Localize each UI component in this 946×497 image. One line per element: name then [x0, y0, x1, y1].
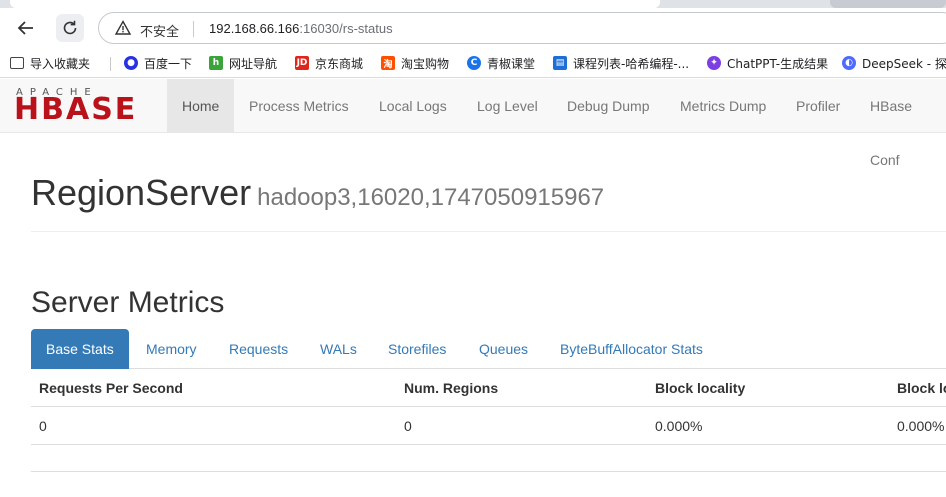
bookmarks-bar: 导入收藏夹 ● 百度一下 h 网址导航 JD 京东商城 淘 淘宝购物 C 青椒课…	[0, 48, 946, 78]
server-name: hadoop3,16020,1747050915967	[257, 184, 605, 211]
bookmark-taobao[interactable]: 淘 淘宝购物	[381, 54, 449, 72]
base-stats-table: Requests Per Second Num. Regions Block l…	[31, 369, 946, 445]
bookmark-label: 百度一下	[144, 56, 193, 71]
arrow-left-icon	[17, 21, 33, 35]
header-requests-per-second: Requests Per Second	[39, 380, 183, 396]
nav-hbase-conf[interactable]: HBase Conf	[855, 79, 946, 168]
address-bar[interactable]: 不安全 192.168.66.166:16030/rs-status	[98, 12, 946, 44]
bookmark-label: 京东商城	[315, 56, 364, 71]
url-path: :16030/rs-status	[299, 21, 393, 36]
url-host: 192.168.66.166	[209, 21, 300, 36]
cell-num-regions: 0	[404, 418, 412, 434]
nav-local-logs[interactable]: Local Logs	[364, 79, 462, 133]
bookmark-deepseek[interactable]: ◐ DeepSeek - 探索	[842, 54, 946, 72]
course-icon: ▤	[553, 56, 567, 70]
baidu-icon: ●	[124, 56, 138, 70]
bookmark-jd[interactable]: JD 京东商城	[295, 54, 363, 72]
page-header: RegionServer hadoop3,16020,1747050915967	[31, 172, 604, 214]
omnibox-divider	[193, 21, 194, 37]
bookmark-chatppt[interactable]: ✦ ChatPPT-生成结果	[707, 54, 828, 72]
hbase-navbar: APACHE HBASE Home Process Metrics Local …	[0, 79, 946, 168]
insecure-label[interactable]: 不安全	[140, 21, 179, 40]
header-block-locality-secondary: Block lo	[897, 380, 946, 396]
nav-process-metrics[interactable]: Process Metrics	[234, 79, 364, 133]
nav-profiler[interactable]: Profiler	[781, 79, 855, 133]
bookmark-label: 课程列表-哈希编程-...	[573, 56, 690, 71]
deepseek-icon: ◐	[842, 56, 856, 70]
qingjiao-icon: C	[467, 56, 481, 70]
warning-icon[interactable]	[115, 20, 131, 36]
chatppt-icon: ✦	[707, 56, 721, 70]
table-row: 0 0 0.000% 0.000%	[31, 407, 946, 445]
tab-storefiles[interactable]: Storefiles	[373, 329, 461, 369]
url-text[interactable]: 192.168.66.166:16030/rs-status	[209, 21, 393, 36]
reload-button[interactable]	[56, 14, 84, 42]
bookmark-label: 导入收藏夹	[30, 56, 91, 71]
cell-block-locality: 0.000%	[655, 418, 703, 434]
hao-icon: h	[209, 56, 223, 70]
nav-log-level[interactable]: Log Level	[462, 79, 553, 133]
bookmark-hao[interactable]: h 网址导航	[209, 54, 277, 72]
tab-bytebuffallocator-stats[interactable]: ByteBuffAllocator Stats	[545, 329, 718, 369]
tab-requests[interactable]: Requests	[214, 329, 303, 369]
header-block-locality: Block locality	[655, 380, 746, 396]
reload-icon	[63, 20, 77, 35]
browser-toolbar: 不安全 192.168.66.166:16030/rs-status	[0, 8, 946, 48]
cell-block-locality-secondary: 0.000%	[897, 418, 945, 434]
metrics-tabs: Base Stats Memory Requests WALs Storefil…	[31, 329, 946, 369]
jd-icon: JD	[295, 56, 309, 70]
tab-wals[interactable]: WALs	[305, 329, 372, 369]
tab-base-stats[interactable]: Base Stats	[31, 329, 129, 369]
tab-memory[interactable]: Memory	[131, 329, 212, 369]
nav-home[interactable]: Home	[167, 79, 235, 133]
bookmark-label: ChatPPT-生成结果	[727, 56, 829, 71]
nav-debug-dump[interactable]: Debug Dump	[552, 79, 665, 133]
logo-hbase-text: HBASE	[14, 92, 138, 127]
bookmark-baidu[interactable]: ● 百度一下	[124, 54, 192, 72]
section-title: Server Metrics	[31, 286, 225, 319]
table-header-row: Requests Per Second Num. Regions Block l…	[31, 369, 946, 407]
bookmark-qingjiao[interactable]: C 青椒课堂	[467, 54, 535, 72]
browser-tab-inactive[interactable]	[830, 0, 946, 8]
header-divider	[31, 231, 946, 232]
header-num-regions: Num. Regions	[404, 380, 499, 396]
taobao-icon: 淘	[381, 56, 395, 70]
table-bottom-divider	[31, 471, 946, 472]
page-title: RegionServer	[31, 172, 252, 213]
tab-queues[interactable]: Queues	[464, 329, 543, 369]
bookmark-import[interactable]: 导入收藏夹	[10, 54, 90, 72]
browser-tab-active[interactable]	[10, 0, 660, 8]
nav-metrics-dump[interactable]: Metrics Dump	[665, 79, 781, 133]
bookmark-course[interactable]: ▤ 课程列表-哈希编程-...	[553, 54, 689, 72]
bookmark-label: 淘宝购物	[401, 56, 450, 71]
browser-tab-strip	[0, 0, 946, 8]
bookmark-label: 网址导航	[229, 56, 278, 71]
bookmarks-divider	[110, 57, 111, 71]
back-button[interactable]	[12, 14, 40, 42]
folder-icon	[10, 57, 24, 69]
cell-requests-per-second: 0	[39, 418, 47, 434]
bookmark-label: DeepSeek - 探索	[862, 56, 946, 71]
hbase-logo[interactable]: APACHE HBASE	[14, 87, 154, 127]
bookmark-label: 青椒课堂	[487, 56, 536, 71]
